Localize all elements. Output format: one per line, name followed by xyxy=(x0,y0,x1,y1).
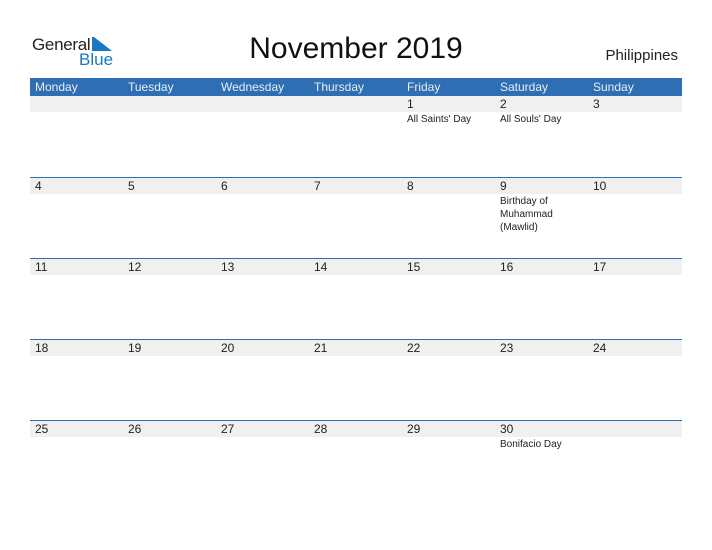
holiday-label xyxy=(216,194,309,234)
day-number: 24 xyxy=(593,341,607,355)
holiday-label xyxy=(309,112,402,126)
day-number xyxy=(588,421,681,437)
day-number: 15 xyxy=(407,260,421,274)
holiday-label xyxy=(216,275,309,276)
day-number: 27 xyxy=(221,422,235,436)
holiday-label xyxy=(30,356,123,357)
holiday-label xyxy=(123,356,216,357)
holiday-label xyxy=(216,356,309,357)
holiday-label xyxy=(123,437,216,451)
country-label: Philippines xyxy=(605,47,678,64)
holiday-label xyxy=(30,194,123,234)
weekday-sunday: Sunday xyxy=(593,80,634,94)
day-number xyxy=(309,96,402,112)
holiday-label xyxy=(309,356,402,357)
holiday-label xyxy=(495,356,588,357)
day-number-row: 1 2 3 xyxy=(30,96,682,112)
day-number-row: 11 12 13 14 15 16 17 xyxy=(30,259,682,275)
holiday-label xyxy=(216,437,309,451)
day-number: 14 xyxy=(314,260,328,274)
week-row: 4 5 6 7 8 9 10 Birthday of Muhammad (Mawlid) xyxy=(30,177,682,258)
weekday-wednesday: Wednesday xyxy=(221,80,285,94)
day-number: 5 xyxy=(128,179,135,193)
event-row: All Saints' Day All Souls' Day xyxy=(30,112,682,126)
event-row: Bonifacio Day xyxy=(30,437,682,451)
event-row xyxy=(30,275,682,276)
day-number-row: 25 26 27 28 29 30 xyxy=(30,421,682,437)
holiday-label xyxy=(588,112,681,126)
week-row: 11 12 13 14 15 16 17 xyxy=(30,258,682,339)
day-number: 12 xyxy=(128,260,142,274)
holiday-label xyxy=(402,356,495,357)
day-number-row: 4 5 6 7 8 9 10 xyxy=(30,178,682,194)
day-number: 30 xyxy=(500,422,514,436)
weekday-saturday: Saturday xyxy=(500,80,549,94)
weekday-tuesday: Tuesday xyxy=(128,80,174,94)
day-number xyxy=(216,96,309,112)
day-number: 2 xyxy=(500,97,507,111)
day-number: 23 xyxy=(500,341,514,355)
holiday-label xyxy=(216,112,309,126)
day-number: 7 xyxy=(314,179,321,193)
day-number: 29 xyxy=(407,422,421,436)
day-number: 26 xyxy=(128,422,142,436)
day-number: 13 xyxy=(221,260,235,274)
day-number: 10 xyxy=(593,179,607,193)
day-number: 1 xyxy=(407,97,414,111)
day-number: 28 xyxy=(314,422,328,436)
week-row: 1 2 3 All Saints' Day All Souls' Day xyxy=(30,96,682,177)
holiday-label xyxy=(588,437,681,451)
weekday-friday: Friday xyxy=(407,80,441,94)
week-row: 25 26 27 28 29 30 Bonifacio Day xyxy=(30,420,682,501)
event-row xyxy=(30,356,682,357)
holiday-label xyxy=(123,194,216,234)
day-number: 16 xyxy=(500,260,514,274)
calendar-grid: Monday Tuesday Wednesday Thursday Friday… xyxy=(30,78,682,501)
holiday-label xyxy=(30,275,123,276)
holiday-label xyxy=(402,437,495,451)
holiday-label xyxy=(309,437,402,451)
holiday-label: All Souls' Day xyxy=(500,114,562,125)
day-number: 11 xyxy=(35,260,48,274)
day-number: 9 xyxy=(500,179,507,193)
weekday-monday: Monday xyxy=(35,80,78,94)
day-number: 19 xyxy=(128,341,142,355)
holiday-label xyxy=(495,275,588,276)
holiday-label xyxy=(30,112,123,126)
day-number: 25 xyxy=(35,422,49,436)
weekday-header: Monday Tuesday Wednesday Thursday Friday… xyxy=(30,78,682,96)
holiday-label: Bonifacio Day xyxy=(500,439,562,450)
holiday-label xyxy=(309,194,402,234)
day-number: 4 xyxy=(35,179,42,193)
holiday-label xyxy=(30,437,123,451)
holiday-label xyxy=(588,194,681,234)
day-number-row: 18 19 20 21 22 23 24 xyxy=(30,340,682,356)
day-number: 21 xyxy=(314,341,328,355)
event-row: Birthday of Muhammad (Mawlid) xyxy=(30,194,682,234)
holiday-label xyxy=(123,112,216,126)
holiday-label xyxy=(123,275,216,276)
day-number: 8 xyxy=(407,179,414,193)
holiday-label xyxy=(402,275,495,276)
day-number: 18 xyxy=(35,341,49,355)
day-number: 6 xyxy=(221,179,228,193)
holiday-label xyxy=(309,275,402,276)
day-number xyxy=(123,96,216,112)
day-number: 22 xyxy=(407,341,421,355)
holiday-label xyxy=(402,194,495,234)
holiday-label xyxy=(588,356,681,357)
weekday-thursday: Thursday xyxy=(314,80,365,94)
day-number xyxy=(30,96,123,112)
holiday-label: Birthday of Muhammad (Mawlid) xyxy=(500,196,553,233)
holiday-label: All Saints' Day xyxy=(407,114,472,125)
week-row: 18 19 20 21 22 23 24 xyxy=(30,339,682,420)
day-number: 17 xyxy=(593,260,607,274)
day-number: 3 xyxy=(593,97,600,111)
holiday-label xyxy=(588,275,681,276)
day-number: 20 xyxy=(221,341,235,355)
